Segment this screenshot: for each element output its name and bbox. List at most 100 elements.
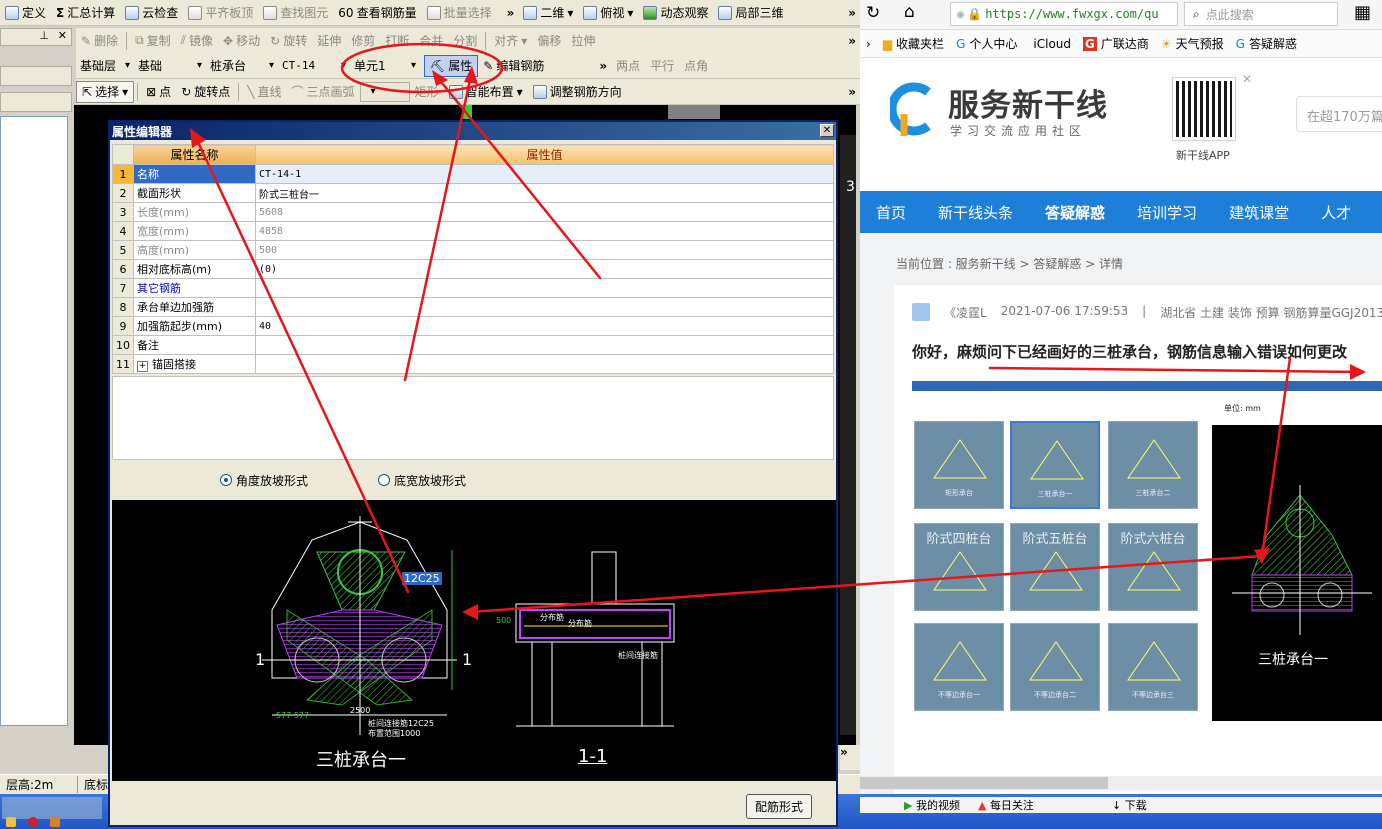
pin-icon[interactable]: ⊥ (39, 29, 49, 42)
property-value[interactable]: 500 (255, 240, 834, 260)
break-button[interactable]: 打断 (380, 30, 414, 52)
taskbar-app-icon[interactable] (6, 817, 16, 827)
qr-close-icon[interactable]: ✕ (1242, 72, 1252, 86)
trim-button[interactable]: 修剪 (346, 30, 380, 52)
property-row[interactable]: 7 其它钢筋 (112, 278, 834, 298)
property-row[interactable]: 1 名称 CT-14-1 (112, 164, 834, 184)
rect-button[interactable]: 矩形 (410, 81, 444, 103)
shape-thumbnail[interactable]: 三桩承台二 (1108, 421, 1198, 509)
floor-dropdown[interactable]: 基础层 (76, 56, 134, 76)
nav-headlines[interactable]: 新干线头条 (922, 202, 1029, 223)
rotate-button[interactable]: ↻ 旋转 (265, 30, 312, 52)
parallel-button[interactable]: 平行 (645, 55, 679, 77)
arc-mode-dropdown[interactable] (359, 81, 410, 102)
browser-search[interactable]: ⌕ 点此搜索 (1184, 2, 1338, 26)
edit-toolbar-overflow[interactable]: » (848, 34, 860, 48)
refresh-icon[interactable]: ↻ (866, 3, 880, 23)
unit-dropdown[interactable]: 单元1 (350, 56, 420, 76)
nav-talent[interactable]: 人才 (1305, 202, 1367, 223)
split-button[interactable]: 分割 (448, 30, 482, 52)
property-row[interactable]: 4 宽度(mm) 4858 (112, 221, 834, 241)
define-button[interactable]: 定义 (0, 2, 51, 24)
shape-thumbnail[interactable]: 阶式五桩台 (1010, 523, 1100, 611)
rebar-form-button[interactable]: 配筋形式 (745, 794, 812, 819)
property-row[interactable]: 6 相对底标高(m) (0) (112, 259, 834, 279)
question-image[interactable]: 单位: mm 矩形承台 三桩承台一 三桩承台二 阶式四桩台 阶式五桩台 阶式六桩台 不等边承… (912, 381, 1382, 751)
property-row[interactable]: 11 + 锚固搭接 (112, 354, 834, 374)
property-value[interactable]: 4858 (255, 221, 834, 241)
point-angle-button[interactable]: 点角 (679, 55, 713, 77)
left-panel-tab-2[interactable] (0, 92, 72, 112)
property-row[interactable]: 8 承台单边加强筋 (112, 297, 834, 317)
my-videos-link[interactable]: ▶ 我的视频 (904, 797, 960, 813)
extend-button[interactable]: 延伸 (312, 30, 346, 52)
align-top-button[interactable]: 平齐板顶 (183, 2, 258, 24)
mirror-button[interactable]: ⫽ 镜像 (176, 30, 218, 52)
property-row[interactable]: 2 截面形状 阶式三桩台一 (112, 183, 834, 203)
property-value[interactable]: CT-14-1 (255, 164, 834, 184)
browser-hscroll[interactable] (860, 776, 1382, 790)
app-qr-code[interactable] (1172, 77, 1236, 141)
top-view-dropdown[interactable]: 俯视 ▾ (578, 2, 638, 24)
property-row[interactable]: 10 备注 (112, 335, 834, 355)
category-dropdown[interactable]: 基础 (134, 56, 206, 76)
rotate-point-button[interactable]: ↻ 旋转点 (176, 81, 235, 103)
nav-training[interactable]: 培训学习 (1121, 202, 1213, 223)
toolbar-overflow-chevron-2[interactable]: » (848, 6, 860, 20)
select-button[interactable]: ⇱ 选择 ▾ (76, 80, 135, 103)
rebar-12c25-label[interactable]: 12C25 (402, 572, 442, 585)
stretch-button[interactable]: 拉伸 (566, 30, 600, 52)
property-row[interactable]: 9 加强筋起步(mm) 40 (112, 316, 834, 336)
left-panel-tab[interactable] (0, 66, 72, 86)
adjust-rebar-dir-button[interactable]: 调整钢筋方向 (528, 81, 627, 103)
daily-focus-link[interactable]: ▲ 每日关注 (978, 797, 1034, 813)
shape-thumbnail[interactable]: 不等边承台一 (914, 623, 1004, 711)
property-button[interactable]: ⛏ 属性 (424, 54, 479, 77)
expand-icon[interactable]: + (137, 361, 148, 372)
property-value[interactable]: 阶式三桩台一 (255, 183, 834, 203)
shape-thumbnail[interactable]: 矩形承台 (914, 421, 1004, 509)
component-dropdown[interactable]: CT-14 (278, 56, 350, 76)
property-value[interactable] (255, 278, 834, 298)
bookmark-icloud[interactable]: iCloud (1023, 37, 1077, 51)
site-logo[interactable]: 服务新干线 学习交流应用社区 (890, 78, 1120, 142)
line-button[interactable]: ╲ 直线 (242, 81, 286, 103)
property-row[interactable]: 3 长度(mm) 5608 (112, 202, 834, 222)
type-dropdown[interactable]: 桩承台 (206, 56, 278, 76)
avatar[interactable] (912, 303, 930, 321)
batch-select-button[interactable]: 批量选择 (422, 2, 497, 24)
taskbar-thumb[interactable] (2, 797, 102, 819)
orbit-button[interactable]: 动态观察 (638, 2, 713, 24)
merge-button[interactable]: 合并 (414, 30, 448, 52)
address-bar[interactable]: ◉ 🔒 https://www.fwxgx.com/qu (950, 2, 1178, 26)
home-icon[interactable]: ⌂ (904, 2, 915, 22)
arc-button[interactable]: ⌒ 三点画弧 (287, 81, 360, 103)
move-button[interactable]: ✥ 移动 (218, 30, 265, 52)
shape-thumbnail[interactable]: 不等边承台三 (1108, 623, 1198, 711)
shape-thumbnail[interactable]: 不等边承台二 (1010, 623, 1100, 711)
property-value[interactable] (255, 354, 834, 374)
smart-layout-button[interactable]: 智能布置 ▾ (444, 81, 528, 103)
angle-slope-radio[interactable]: 角度放坡形式 (220, 472, 308, 489)
bookmark-favorites[interactable]: ▆ 收藏夹栏 (877, 35, 950, 52)
offset-button[interactable]: 偏移 (532, 30, 566, 52)
download-link[interactable]: ↓ 下载 (1112, 797, 1147, 813)
nav-home[interactable]: 首页 (860, 202, 922, 223)
point-button[interactable]: ⊠ 点 (141, 81, 176, 103)
property-value[interactable] (255, 335, 834, 355)
property-value[interactable]: 5608 (255, 202, 834, 222)
toolbar-overflow-chevron[interactable]: » (507, 6, 519, 20)
cloud-check-button[interactable]: 云检查 (120, 2, 183, 24)
dialog-title-bar[interactable]: 属性编辑器 ✕ (110, 122, 836, 140)
shape-thumbnail[interactable]: 阶式六桩台 (1108, 523, 1198, 611)
property-value[interactable]: (0) (255, 259, 834, 279)
two-point-button[interactable]: 两点 (611, 55, 645, 77)
site-search-input[interactable]: 在超170万篇 (1296, 96, 1382, 132)
author-name[interactable]: 《凌霆L (944, 304, 987, 321)
component-toolbar-overflow[interactable]: » (599, 59, 611, 73)
view-rebar-button[interactable]: 60 查看钢筋量 (333, 2, 421, 24)
find-element-button[interactable]: 查找图元 (258, 2, 333, 24)
property-value[interactable] (255, 297, 834, 317)
copy-button[interactable]: ⧉ 复制 (130, 30, 176, 52)
bookmark-qa[interactable]: G 答疑解惑 (1230, 35, 1303, 52)
